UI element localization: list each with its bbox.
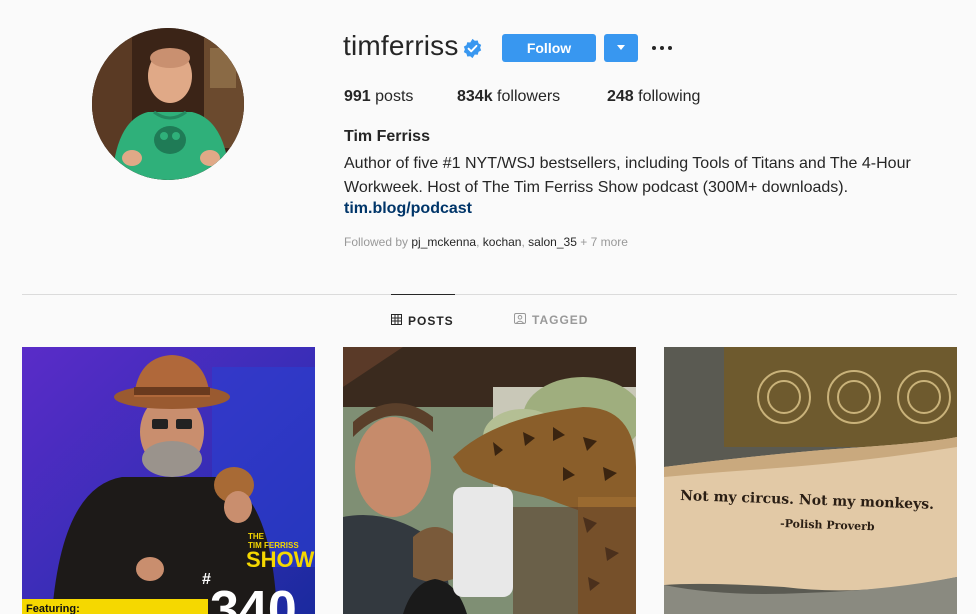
profile-bio: Author of five #1 NYT/WSJ bestsellers, i… — [344, 152, 944, 200]
profile-username: timferriss — [343, 30, 459, 61]
followers-count-stat[interactable]: 834k followers — [457, 88, 560, 106]
following-label: following — [638, 88, 701, 105]
chevron-down-icon — [617, 45, 625, 50]
posts-count: 991 — [344, 88, 371, 105]
episode-number: 340 — [210, 581, 297, 614]
tab-posts-label: POSTS — [408, 313, 454, 328]
followed-by-separator: , — [521, 235, 525, 249]
tab-posts[interactable]: POSTS — [391, 294, 455, 346]
post-thumbnail[interactable] — [343, 347, 636, 614]
tab-tagged[interactable]: TAGGED — [514, 294, 588, 346]
verified-badge-icon — [463, 38, 482, 59]
grid-icon — [391, 313, 402, 328]
post-thumbnail[interactable]: THE TIM FERRISS SHOW # 340 Featuring: — [22, 347, 315, 614]
posts-label: posts — [375, 88, 414, 105]
following-count-stat[interactable]: 248 following — [607, 88, 700, 106]
tab-tagged-label: TAGGED — [532, 313, 589, 327]
following-count: 248 — [607, 88, 634, 105]
show-logo-top: THE — [248, 532, 265, 541]
followed-by-user[interactable]: pj_mckenna — [411, 235, 476, 249]
post-thumbnail[interactable]: Not my circus. Not my monkeys. -Polish P… — [664, 347, 957, 614]
followed-by-user[interactable]: salon_35 — [528, 235, 577, 249]
profile-full-name: Tim Ferriss — [344, 128, 430, 145]
profile-divider — [22, 294, 957, 295]
followers-label: followers — [497, 88, 561, 105]
followed-by-separator: , — [476, 235, 480, 249]
bio-line: Workweek. Host of The Tim Ferriss Show p… — [344, 179, 849, 196]
followed-by-prefix: Followed by — [344, 235, 409, 249]
profile-avatar — [92, 28, 244, 180]
more-options-icon — [652, 46, 656, 50]
follow-button[interactable]: Follow — [502, 34, 596, 62]
tagged-icon — [514, 313, 526, 327]
followers-count: 834k — [457, 88, 493, 105]
followed-by-more[interactable]: + 7 more — [580, 235, 628, 249]
bio-line: Author of five #1 NYT/WSJ bestsellers, i… — [344, 155, 911, 172]
bio-website-link[interactable]: tim.blog/podcast — [344, 200, 472, 218]
featuring-label: Featuring: — [26, 603, 80, 614]
show-logo-main: SHOW — [246, 547, 315, 572]
suggested-dropdown-button[interactable] — [604, 34, 638, 62]
followed-by-line[interactable]: Followed by pj_mckenna, kochan, salon_35… — [344, 235, 628, 249]
posts-count-stat: 991 posts — [344, 88, 413, 106]
more-options-button[interactable] — [651, 34, 673, 62]
followed-by-user[interactable]: kochan — [483, 235, 522, 249]
